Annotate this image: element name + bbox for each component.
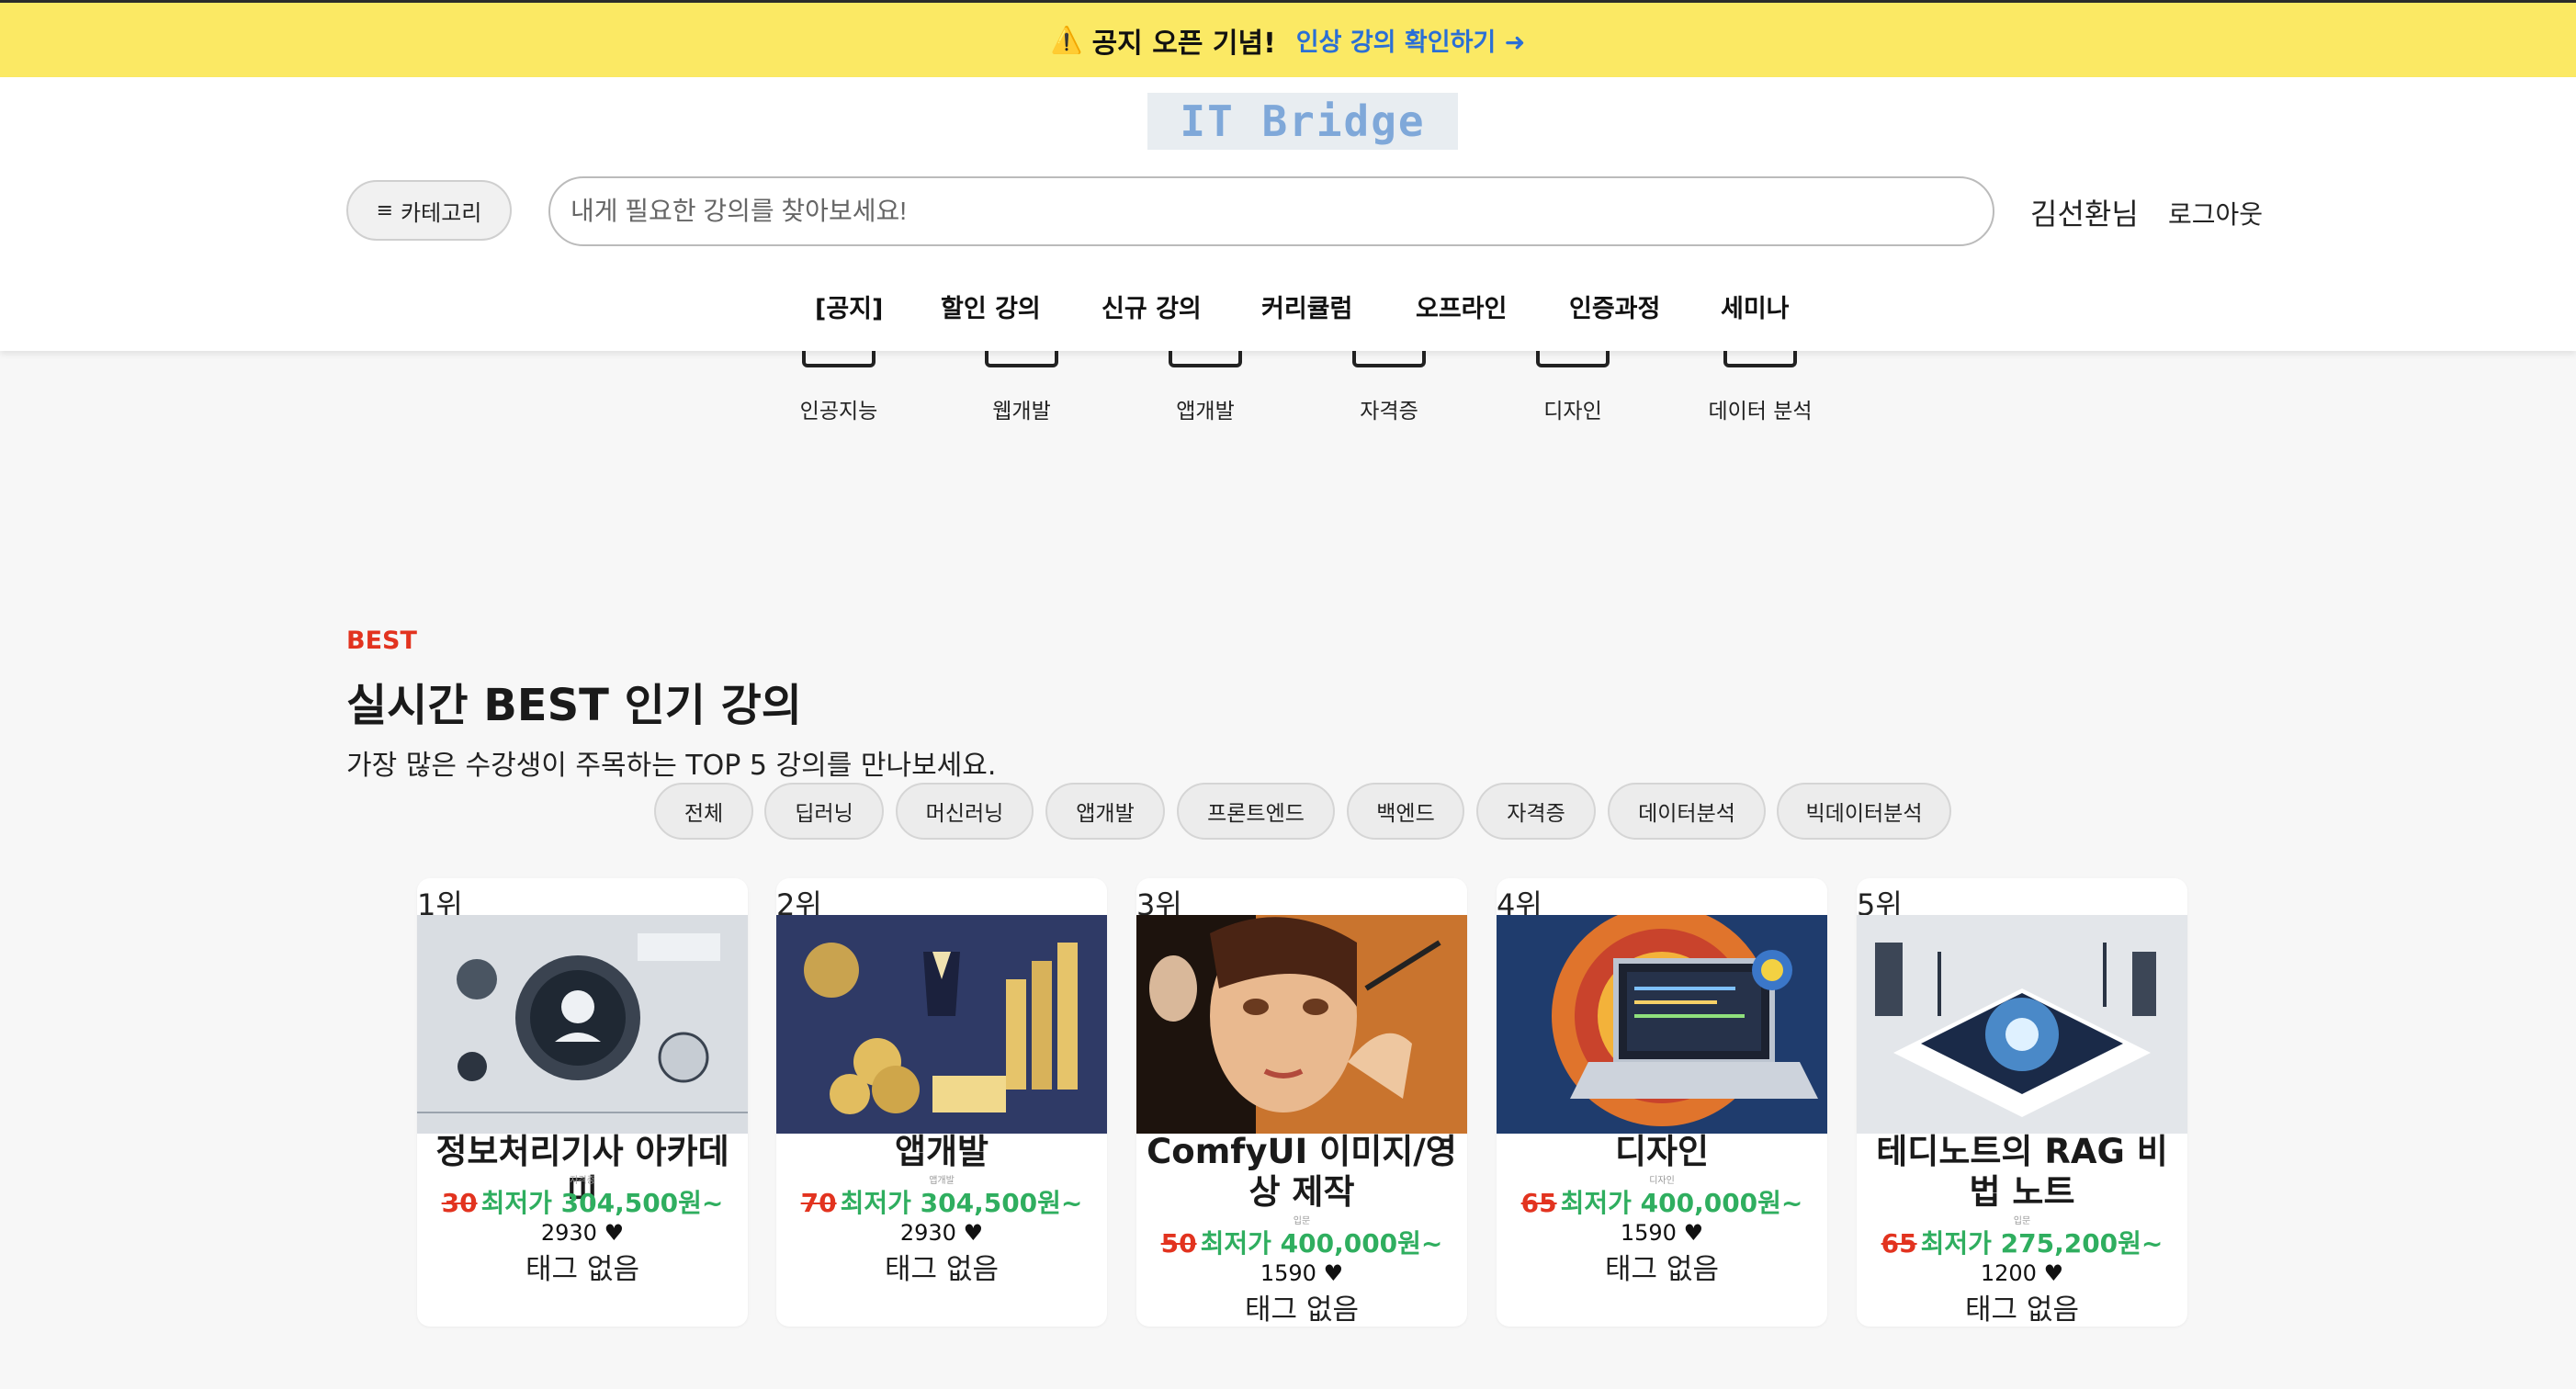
notice-title: 공지 오픈 기념! — [1091, 27, 1276, 60]
filter-chips: 전체 딥러닝 머신러닝 앱개발 프론트엔드 백엔드 자격증 데이터분석 빅데이터… — [0, 783, 2576, 841]
nav-item-offline[interactable]: 오프라인 — [1416, 288, 1507, 324]
like-count: 1590 ♥ — [1260, 1260, 1344, 1286]
category-button[interactable]: ≡ 카테고리 — [346, 180, 512, 241]
search-input[interactable] — [548, 176, 1994, 246]
main-nav: [공지] 할인 강의 신규 강의 커리큘럼 오프라인 인증과정 세미나 — [790, 288, 1801, 331]
tag-list: 태그 없음 — [525, 1253, 639, 1286]
menu-icon: ≡ — [376, 198, 394, 222]
course-thumbnail — [1857, 915, 2187, 1134]
course-card[interactable]: 4위 디자인 디자인 65 최저가 400,000원~ 1590 ♥ 태그 없음 — [1497, 878, 1827, 1327]
price-text: 최저가 275,200원~ — [1920, 1228, 2164, 1259]
notice-link[interactable]: 인상 강의 확인하기 ➜ — [1296, 22, 1526, 58]
nav-item-seminar[interactable]: 세미나 — [1721, 288, 1790, 324]
warning-icon: ⚠️ — [1050, 25, 1083, 55]
discount-rate: 65 — [1881, 1228, 1917, 1259]
course-thumbnail — [776, 915, 1107, 1134]
tag-list: 태그 없음 — [885, 1253, 999, 1286]
course-title: 앱개발 — [894, 1132, 989, 1171]
filter-chip-app[interactable]: 앱개발 — [1045, 783, 1165, 840]
like-count: 2930 ♥ — [899, 1220, 984, 1246]
section-title: 실시간 BEST 인기 강의 — [346, 680, 802, 731]
nav-item-notice[interactable]: [공지] — [815, 288, 883, 324]
tag-list: 태그 없음 — [1245, 1293, 1359, 1327]
category-button-label: 카테고리 — [401, 199, 482, 226]
discount-rate: 50 — [1160, 1228, 1197, 1259]
course-card[interactable]: 2위 앱개발 앱개발 70 최저가 304,500원~ 2930 ♥ 태그 없음 — [776, 878, 1107, 1327]
filter-chip-data-analysis[interactable]: 데이터분석 — [1608, 783, 1766, 840]
price-line: 70 최저가 304,500원~ — [776, 1183, 1107, 1220]
course-card[interactable]: 1위 정보처리기사 아카데미 자격증 30 최저가 304,500원~ 2930 … — [417, 878, 748, 1327]
category-label: 데이터 분석 — [1708, 400, 1813, 423]
course-title: 테디노트의 RAG 비법 노트 — [1876, 1132, 2168, 1212]
nav-item-certified[interactable]: 인증과정 — [1569, 288, 1660, 324]
section-subtitle: 가장 많은 수강생이 주목하는 TOP 5 강의를 만나보세요. — [346, 750, 997, 782]
filter-chip-deep-learning[interactable]: 딥러닝 — [764, 783, 884, 840]
price-line: 65 최저가 275,200원~ — [1857, 1224, 2187, 1260]
category-label: 디자인 — [1543, 400, 1602, 423]
course-card[interactable]: 5위 테디노트의 RAG 비법 노트 입문 65 최저가 275,200원~ 12… — [1857, 878, 2187, 1327]
notice-bar: ⚠️ 공지 오픈 기념! 인상 강의 확인하기 ➜ — [0, 0, 2576, 77]
nav-item-new[interactable]: 신규 강의 — [1102, 288, 1202, 324]
logo[interactable]: IT Bridge — [1147, 93, 1458, 150]
filter-chip-machine-learning[interactable]: 머신러닝 — [896, 783, 1034, 840]
course-title: 디자인 — [1614, 1132, 1710, 1171]
price-line: 65 최저가 400,000원~ — [1497, 1183, 1827, 1220]
site-header: IT Bridge ≡ 카테고리 김선환님 로그아웃 [공지] 할인 강의 신규… — [0, 77, 2576, 351]
tag-list: 태그 없음 — [1605, 1253, 1719, 1286]
logout-link[interactable]: 로그아웃 — [2168, 195, 2263, 232]
course-card[interactable]: 3위 ComfyUI 이미지/영상 제작 입문 50 최저가 400,000원~ … — [1136, 878, 1467, 1327]
discount-rate: 65 — [1520, 1188, 1557, 1218]
like-count: 1590 ♥ — [1620, 1220, 1704, 1246]
course-thumbnail — [1497, 915, 1827, 1134]
best-tag: BEST — [346, 627, 417, 655]
user-name[interactable]: 김선환님 — [2030, 191, 2139, 233]
price-text: 최저가 304,500원~ — [840, 1188, 1083, 1218]
nav-item-discount[interactable]: 할인 강의 — [941, 288, 1041, 324]
nav-item-curriculum[interactable]: 커리큘럼 — [1261, 288, 1352, 324]
category-label: 자격증 — [1360, 400, 1418, 423]
like-count: 1200 ♥ — [1980, 1260, 2064, 1286]
discount-rate: 30 — [441, 1188, 478, 1218]
filter-chip-certificate[interactable]: 자격증 — [1476, 783, 1596, 840]
category-label: 앱개발 — [1176, 400, 1235, 423]
price-line: 50 최저가 400,000원~ — [1136, 1224, 1467, 1260]
category-label: 인공지능 — [799, 400, 878, 423]
discount-rate: 70 — [800, 1188, 837, 1218]
like-count: 2930 ♥ — [540, 1220, 625, 1246]
tag-list: 태그 없음 — [1965, 1293, 2079, 1327]
filter-chip-frontend[interactable]: 프론트엔드 — [1177, 783, 1335, 840]
course-title: ComfyUI 이미지/영상 제작 — [1147, 1132, 1457, 1212]
course-thumbnail — [417, 915, 748, 1134]
price-text: 최저가 400,000원~ — [1560, 1188, 1803, 1218]
filter-chip-all[interactable]: 전체 — [654, 783, 753, 840]
category-label: 웹개발 — [992, 400, 1051, 423]
price-text: 최저가 400,000원~ — [1200, 1228, 1443, 1259]
filter-chip-bigdata[interactable]: 빅데이터분석 — [1777, 783, 1951, 840]
price-line: 30 최저가 304,500원~ — [417, 1183, 748, 1220]
price-text: 최저가 304,500원~ — [480, 1188, 724, 1218]
course-thumbnail — [1136, 915, 1467, 1134]
filter-chip-backend[interactable]: 백엔드 — [1347, 783, 1464, 840]
